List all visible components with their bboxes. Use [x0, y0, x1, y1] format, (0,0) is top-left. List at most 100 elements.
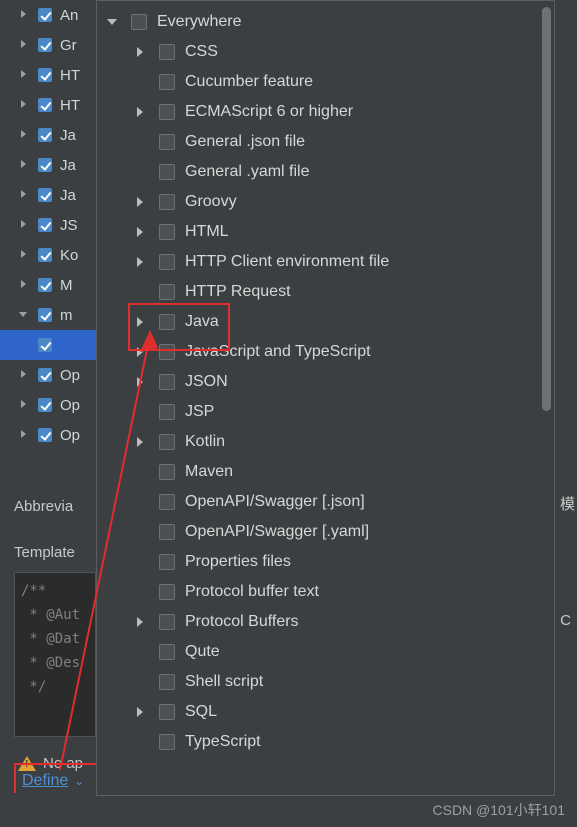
chevron-right-icon[interactable] — [133, 704, 149, 720]
checkbox[interactable] — [159, 464, 175, 480]
popup-list-item[interactable]: HTTP Client environment file — [133, 247, 389, 277]
checkbox[interactable] — [38, 248, 52, 262]
chevron-right-icon[interactable] — [133, 104, 149, 120]
checkbox[interactable] — [38, 278, 52, 292]
popup-list-item[interactable]: JavaScript and TypeScript — [133, 337, 371, 367]
chevron-right-icon[interactable] — [133, 194, 149, 210]
popup-list-item[interactable]: HTML — [133, 217, 229, 247]
popup-list-item-label: Java — [185, 313, 219, 330]
checkbox[interactable] — [38, 8, 52, 22]
checkbox[interactable] — [159, 644, 175, 660]
chevron-down-icon[interactable] — [18, 308, 32, 322]
checkbox[interactable] — [159, 194, 175, 210]
checkbox[interactable] — [159, 224, 175, 240]
checkbox[interactable] — [38, 38, 52, 52]
popup-list-item[interactable]: Cucumber feature — [133, 67, 313, 97]
chevron-right-icon[interactable] — [18, 218, 32, 232]
checkbox[interactable] — [159, 584, 175, 600]
chevron-down-icon[interactable] — [105, 14, 121, 30]
popup-list-item[interactable]: HTTP Request — [133, 277, 291, 307]
popup-list-item[interactable]: Protocol Buffers — [133, 607, 299, 637]
chevron-right-icon[interactable] — [18, 428, 32, 442]
popup-list-item[interactable]: Everywhere — [105, 7, 241, 37]
checkbox[interactable] — [159, 344, 175, 360]
checkbox[interactable] — [159, 314, 175, 330]
checkbox[interactable] — [38, 68, 52, 82]
checkbox[interactable] — [159, 734, 175, 750]
popup-list-item[interactable]: OpenAPI/Swagger [.json] — [133, 487, 365, 517]
popup-list-item[interactable]: Properties files — [133, 547, 291, 577]
checkbox[interactable] — [159, 164, 175, 180]
checkbox[interactable] — [38, 218, 52, 232]
chevron-right-icon[interactable] — [133, 344, 149, 360]
popup-list-item[interactable]: Maven — [133, 457, 233, 487]
popup-list-item[interactable]: General .yaml file — [133, 157, 310, 187]
popup-list-item[interactable]: Groovy — [133, 187, 237, 217]
checkbox[interactable] — [159, 284, 175, 300]
popup-list-item[interactable]: JSON — [133, 367, 228, 397]
chevron-right-icon[interactable] — [18, 368, 32, 382]
vertical-scrollbar[interactable] — [542, 7, 551, 411]
chevron-right-icon[interactable] — [133, 434, 149, 450]
checkbox[interactable] — [159, 44, 175, 60]
chevron-right-icon[interactable] — [18, 68, 32, 82]
popup-list-item[interactable]: SQL — [133, 697, 217, 727]
checkbox[interactable] — [38, 368, 52, 382]
popup-list-item[interactable]: General .json file — [133, 127, 305, 157]
context-selection-popup[interactable]: Everywhere CSS Cucumber feature ECMAScript … — [96, 0, 555, 796]
chevron-right-icon[interactable] — [133, 314, 149, 330]
popup-list-item[interactable]: Java — [133, 307, 219, 337]
chevron-right-icon[interactable] — [133, 374, 149, 390]
chevron-right-icon[interactable] — [18, 278, 32, 292]
chevron-right-icon[interactable] — [18, 98, 32, 112]
checkbox[interactable] — [159, 254, 175, 270]
checkbox[interactable] — [159, 134, 175, 150]
template-text-editor[interactable]: /** * @Aut * @Dat * @Des */ — [14, 572, 96, 737]
checkbox[interactable] — [159, 374, 175, 390]
chevron-right-icon[interactable] — [18, 398, 32, 412]
popup-list-item[interactable]: Protocol buffer text — [133, 577, 319, 607]
popup-list-item[interactable]: ECMAScript 6 or higher — [133, 97, 353, 127]
chevron-right-icon[interactable] — [18, 248, 32, 262]
chevron-right-icon[interactable] — [133, 614, 149, 630]
checkbox[interactable] — [159, 494, 175, 510]
chevron-right-icon[interactable] — [133, 224, 149, 240]
checkbox[interactable] — [38, 428, 52, 442]
chevron-right-icon[interactable] — [18, 158, 32, 172]
tree-row-label: Ja — [60, 186, 76, 204]
popup-list-item-label: Kotlin — [185, 433, 226, 450]
spacer-icon — [133, 674, 149, 690]
tree-row-label: Op — [60, 426, 81, 444]
checkbox[interactable] — [159, 104, 175, 120]
checkbox[interactable] — [131, 14, 147, 30]
popup-list-item[interactable]: JSP — [133, 397, 214, 427]
checkbox[interactable] — [38, 338, 52, 352]
checkbox[interactable] — [38, 398, 52, 412]
popup-list-item-label: Qute — [185, 643, 220, 660]
checkbox[interactable] — [159, 524, 175, 540]
chevron-right-icon[interactable] — [133, 44, 149, 60]
popup-list-item[interactable]: Qute — [133, 637, 220, 667]
checkbox[interactable] — [38, 188, 52, 202]
popup-list-item[interactable]: TypeScript — [133, 727, 261, 757]
checkbox[interactable] — [38, 128, 52, 142]
popup-list-item[interactable]: CSS — [133, 37, 218, 67]
popup-list-item[interactable]: OpenAPI/Swagger [.yaml] — [133, 517, 369, 547]
checkbox[interactable] — [38, 158, 52, 172]
chevron-right-icon[interactable] — [18, 8, 32, 22]
checkbox[interactable] — [159, 434, 175, 450]
checkbox[interactable] — [159, 554, 175, 570]
checkbox[interactable] — [38, 308, 52, 322]
checkbox[interactable] — [159, 614, 175, 630]
checkbox[interactable] — [159, 74, 175, 90]
checkbox[interactable] — [38, 98, 52, 112]
chevron-right-icon[interactable] — [18, 128, 32, 142]
checkbox[interactable] — [159, 704, 175, 720]
chevron-right-icon[interactable] — [18, 188, 32, 202]
chevron-right-icon[interactable] — [133, 254, 149, 270]
chevron-right-icon[interactable] — [18, 38, 32, 52]
popup-list-item[interactable]: Shell script — [133, 667, 263, 697]
checkbox[interactable] — [159, 674, 175, 690]
popup-list-item[interactable]: Kotlin — [133, 427, 225, 457]
checkbox[interactable] — [159, 404, 175, 420]
